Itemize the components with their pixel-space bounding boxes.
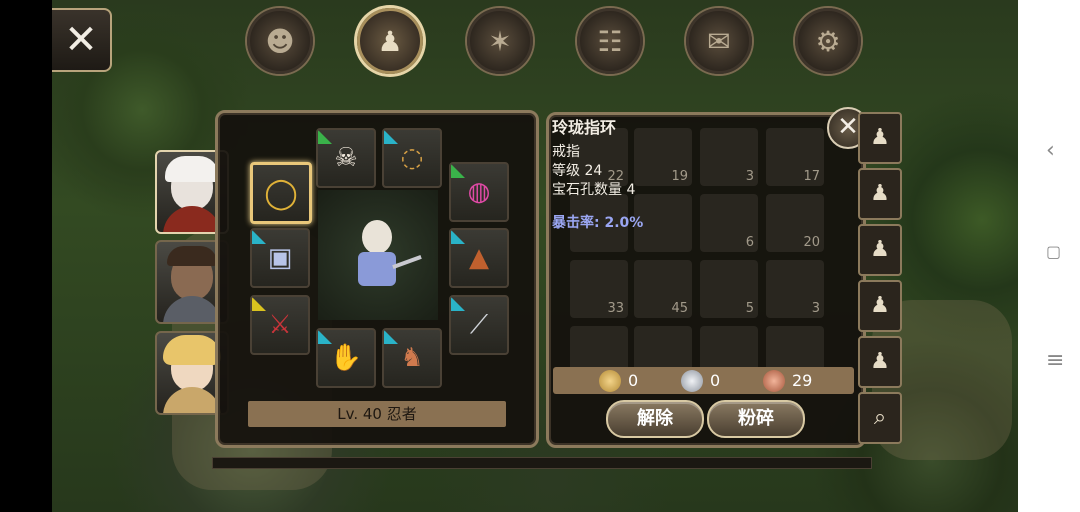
bag-side-tab-5[interactable]: ♟ [858, 336, 902, 388]
bag-icon: ♟ [870, 349, 890, 374]
portrait-body [163, 387, 221, 413]
portrait-body [163, 206, 221, 232]
rarity-marker [451, 164, 479, 178]
close-menu-button[interactable]: ✕ [52, 8, 112, 72]
item-count: 33 [607, 301, 624, 316]
item-sockets: 宝石孔数量 4 [552, 182, 636, 198]
slot-cloak[interactable]: ▲ [449, 228, 509, 288]
tab-character[interactable]: ☻ [247, 8, 313, 74]
sword-compass-icon: ✶ [488, 24, 512, 58]
item-crit-rate: 暴击率: 2.0% [552, 215, 644, 231]
bottom-bar [212, 457, 872, 469]
bag-icon: ♟ [870, 293, 890, 318]
cloak-icon: ▲ [469, 243, 489, 273]
gear-icon: ⚙ [815, 24, 841, 58]
slot-necklace[interactable]: ◌ [382, 128, 442, 188]
copper-coin-icon [763, 370, 785, 392]
bag-icon: ♟ [377, 24, 403, 58]
rarity-marker [318, 330, 346, 344]
gem-ring-icon: ◍ [467, 177, 491, 207]
copper-amount: 29 [792, 371, 813, 390]
portrait-hair [163, 335, 221, 365]
item-name: 玲珑指环 [552, 118, 617, 137]
slot-boots[interactable]: ♞ [382, 328, 442, 388]
tab-party[interactable]: ☷ [577, 8, 643, 74]
knife-icon: ⟋ [469, 309, 489, 340]
ring-icon: ◯ [264, 175, 298, 211]
slot-weapon[interactable]: ⚔ [250, 295, 310, 355]
slot-helmet[interactable]: ☠ [316, 128, 376, 188]
home-icon[interactable]: ▢ [1046, 244, 1061, 260]
rarity-marker [384, 330, 412, 344]
tab-quests[interactable]: ✉ [686, 8, 752, 74]
necklace-icon: ◌ [400, 143, 424, 173]
rarity-marker [384, 130, 412, 144]
slot-offhand[interactable]: ⟋ [449, 295, 509, 355]
item-count: 3 [811, 301, 820, 316]
glove-icon: ✋ [329, 343, 363, 373]
bag-side-tab-4[interactable]: ♟ [858, 280, 902, 332]
item-count: 45 [671, 301, 688, 316]
rarity-marker [451, 297, 479, 311]
menu-icon[interactable]: ≡ [1046, 350, 1064, 372]
gold-coin-icon [599, 370, 621, 392]
close-icon: ✕ [837, 112, 859, 142]
ninja-blade [392, 254, 422, 270]
bag-side-tab-1[interactable]: ♟ [858, 112, 902, 164]
bag-side-tab-3[interactable]: ♟ [858, 224, 902, 276]
portrait-hair [165, 156, 219, 182]
blade-icon: ⚔ [268, 310, 292, 340]
tab-skills[interactable]: ✶ [467, 8, 533, 74]
unequip-button[interactable]: 解除 [606, 400, 704, 438]
item-count: 5 [745, 301, 754, 316]
rarity-marker [318, 130, 346, 144]
ninja-body [358, 252, 396, 286]
silver-coin-icon [681, 370, 703, 392]
bag-side-tab-2[interactable]: ♟ [858, 168, 902, 220]
rarity-marker [451, 230, 479, 244]
bag-icon: ♟ [870, 181, 890, 206]
gold-amount: 0 [628, 371, 639, 390]
android-nav-bar: ‹ ▢ ≡ [1018, 0, 1080, 512]
character-preview [318, 190, 438, 320]
tab-settings[interactable]: ⚙ [795, 8, 861, 74]
back-icon[interactable]: ‹ [1046, 140, 1055, 162]
search-icon: ⌕ [873, 405, 887, 430]
portrait-body [163, 296, 221, 322]
shatter-button[interactable]: 粉碎 [707, 400, 805, 438]
rarity-marker [252, 297, 280, 311]
character-level-label: Lv. 40 忍者 [248, 401, 506, 427]
tab-inventory[interactable]: ♟ [357, 8, 423, 74]
mask-icon: ☠ [334, 143, 358, 173]
silver-amount: 0 [710, 371, 721, 390]
currency-bar: 0 0 29 [553, 367, 854, 394]
close-icon: ✕ [64, 17, 98, 63]
ninja-mask [362, 220, 392, 254]
bag-icon: ♟ [870, 125, 890, 150]
armor-icon: ▣ [267, 243, 293, 273]
item-level: 等级 24 [552, 163, 603, 179]
item-tooltip: 玲珑指环 戒指 等级 24 宝石孔数量 4 暴击率: 2.0% [552, 118, 822, 278]
portrait-hair [167, 246, 217, 266]
rarity-marker [252, 230, 280, 244]
boot-icon: ♞ [400, 343, 424, 373]
item-type: 戒指 [552, 144, 580, 160]
bag-icon: ♟ [870, 237, 890, 262]
party-icon: ☷ [597, 24, 623, 58]
slot-gloves[interactable]: ✋ [316, 328, 376, 388]
scroll-icon: ✉ [707, 24, 731, 58]
search-side-tab[interactable]: ⌕ [858, 392, 902, 444]
slot-ring-2[interactable]: ◍ [449, 162, 509, 222]
slot-ring-selected[interactable]: ◯ [250, 162, 312, 224]
slot-armor[interactable]: ▣ [250, 228, 310, 288]
head-silhouette-icon: ☻ [265, 24, 295, 58]
